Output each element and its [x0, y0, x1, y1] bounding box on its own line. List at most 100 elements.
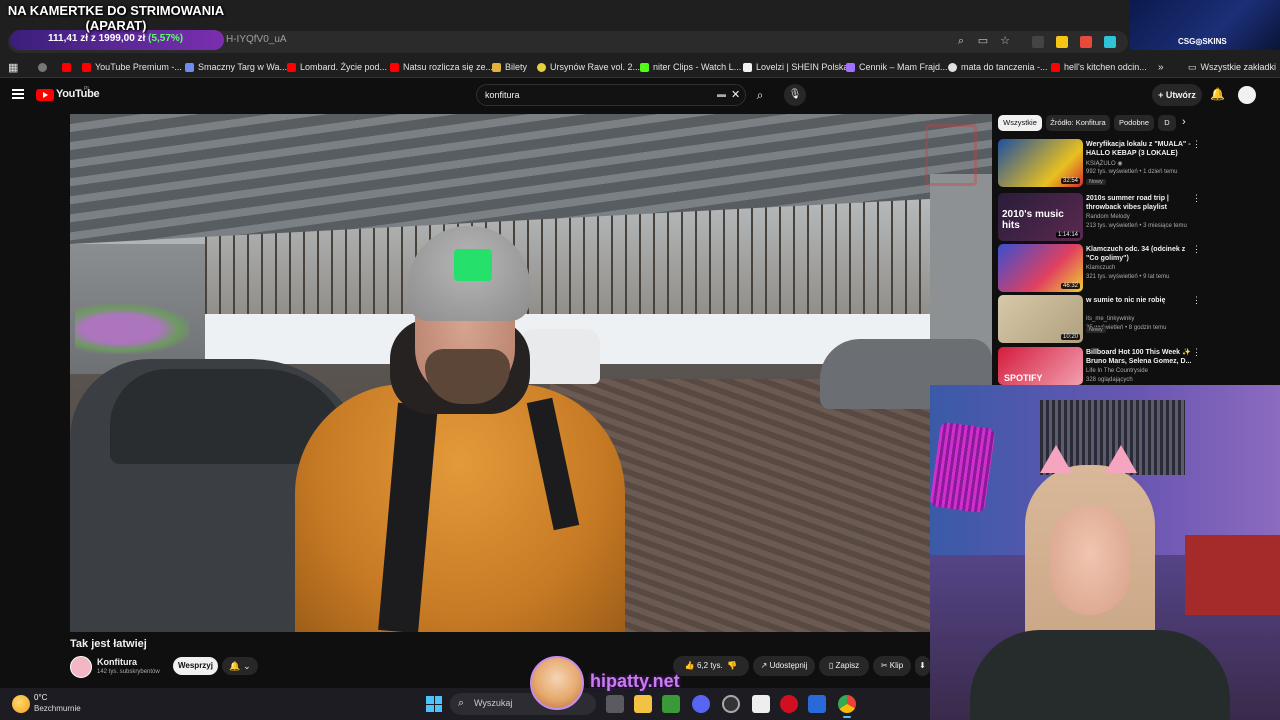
- extension-icon[interactable]: [1056, 36, 1068, 48]
- channel-name[interactable]: Konfitura: [97, 657, 137, 667]
- task-view-icon[interactable]: [606, 695, 624, 713]
- more-options-icon[interactable]: ⋮: [1192, 193, 1201, 204]
- mic-icon: 🎙: [788, 89, 802, 100]
- favicon-icon: [640, 62, 649, 72]
- video-thumbnail[interactable]: 46:32: [998, 244, 1083, 292]
- bookmark-star-icon[interactable]: ☆: [998, 34, 1012, 48]
- weather-temperature[interactable]: 0°C: [34, 693, 47, 702]
- account-avatar[interactable]: [1238, 86, 1256, 104]
- bookmark-item[interactable]: Natsu rozlicza się ze...: [390, 60, 493, 74]
- more-bookmarks-icon[interactable]: »: [1158, 60, 1164, 74]
- video-frame-graffiti: [75, 304, 190, 354]
- obs-icon[interactable]: [722, 695, 740, 713]
- youtube-logo-text[interactable]: YouTube: [56, 88, 100, 100]
- document-icon[interactable]: [752, 695, 770, 713]
- streamer-webcam: [930, 385, 1280, 720]
- bookmark-item[interactable]: Cennik – Mam Frajd...: [846, 60, 948, 74]
- extension-icon[interactable]: [1104, 36, 1116, 48]
- bookmark-item[interactable]: Bilety: [492, 60, 527, 74]
- recommended-video[interactable]: SPOTIFY Billboard Hot 100 This Week ✨ Br…: [998, 347, 1203, 385]
- verified-icon: ◉: [1117, 161, 1123, 167]
- youtube-header: YouTube PL konfitura ▬ ✕ ⌕ 🎙 + Utwórz 🔔: [0, 80, 1280, 112]
- bookmark-item[interactable]: Ursynów Rave vol. 2...: [537, 60, 640, 74]
- channel-watermark-icon[interactable]: [925, 124, 977, 186]
- thumbs-down-icon[interactable]: 👎: [727, 661, 737, 670]
- store-icon[interactable]: [662, 695, 680, 713]
- chip-source-konfitura[interactable]: Źródło: Konfitura: [1046, 115, 1110, 131]
- discord-icon[interactable]: [692, 695, 710, 713]
- scissors-icon: ✂: [880, 661, 888, 670]
- support-button[interactable]: Wesprzyj: [173, 657, 218, 675]
- bookmark-item[interactable]: niter Clips - Watch L...: [640, 60, 741, 74]
- favicon-icon: [390, 62, 399, 72]
- channel-label[interactable]: KSIĄŻULO ◉: [1086, 160, 1123, 167]
- opera-icon[interactable]: [780, 695, 798, 713]
- search-icon: ⌕: [756, 88, 764, 102]
- notifications-bell-icon[interactable]: 🔔: [1210, 87, 1225, 101]
- chevron-right-icon[interactable]: ›: [1182, 116, 1186, 128]
- more-options-icon[interactable]: ⋮: [1192, 295, 1201, 306]
- chip-more[interactable]: D: [1158, 115, 1176, 131]
- bookmark-item[interactable]: Smaczny Targ w Wa...: [185, 60, 287, 74]
- save-button[interactable]: ▯ Zapisz: [819, 656, 869, 676]
- channel-avatar[interactable]: [70, 656, 92, 678]
- youtube-logo-icon[interactable]: [36, 89, 54, 101]
- bookmark-icon[interactable]: [38, 60, 47, 74]
- voice-search-button[interactable]: 🎙: [784, 84, 806, 106]
- bookmark-item[interactable]: Lombard. Życie pod...: [287, 60, 387, 74]
- streamer-handle: hipatty.net: [590, 671, 680, 691]
- more-options-icon[interactable]: ⋮: [1192, 347, 1201, 358]
- file-explorer-icon[interactable]: [634, 695, 652, 713]
- like-button[interactable]: 👍 6,2 tys. 👎: [673, 656, 749, 676]
- windows-start-icon[interactable]: [426, 696, 442, 712]
- create-button[interactable]: + Utwórz: [1152, 84, 1202, 106]
- recommended-video[interactable]: 2010's music hits 1:14:14 2010s summer r…: [998, 193, 1203, 243]
- more-options-icon[interactable]: ⋮: [1192, 244, 1201, 255]
- video-player[interactable]: [70, 114, 992, 632]
- clip-button[interactable]: ✂ Klip: [873, 656, 911, 676]
- clear-icon[interactable]: ✕: [731, 88, 740, 101]
- weather-description[interactable]: Bezchmurnie: [34, 704, 81, 713]
- favicon-icon: [82, 62, 91, 72]
- cast-icon[interactable]: ▭: [976, 34, 990, 48]
- extension-icon[interactable]: [1080, 36, 1092, 48]
- bookmark-item[interactable]: Lovelzi | SHEIN Polska: [743, 60, 848, 74]
- extension-icon[interactable]: [1032, 36, 1044, 48]
- bookmark-icon[interactable]: [62, 60, 71, 74]
- recommended-video[interactable]: 10:20 w sumie to nic nie robię its_me_ti…: [998, 295, 1203, 345]
- all-bookmarks-folder[interactable]: ▭ Wszystkie zakładki: [1188, 60, 1276, 74]
- bookmark-item[interactable]: mata do tanczenia -...: [948, 60, 1048, 74]
- bookmarks-bar: ▦ YouTube Premium -... Smaczny Targ w Wa…: [0, 56, 1280, 78]
- subscription-bell-button[interactable]: 🔔 ⌄: [222, 657, 258, 675]
- favicon-icon: [743, 62, 752, 72]
- video-title: Tak jest łatwiej: [70, 638, 147, 650]
- chrome-icon[interactable]: [838, 695, 856, 718]
- video-thumbnail[interactable]: 10:20: [998, 295, 1083, 343]
- video-thumbnail[interactable]: 32:54: [998, 139, 1083, 187]
- recommended-video[interactable]: 32:54 Weryfikacja lokalu z "MUALA" - HAL…: [998, 139, 1203, 189]
- keyboard-icon[interactable]: ▬: [717, 89, 726, 99]
- bookmark-item[interactable]: YouTube Premium -...: [82, 60, 182, 74]
- more-options-icon[interactable]: ⋮: [1192, 139, 1201, 150]
- video-thumbnail[interactable]: SPOTIFY: [998, 347, 1083, 385]
- recommended-video[interactable]: 46:32 Klamczuch odc. 34 (odcinek z "Co g…: [998, 244, 1203, 294]
- apps-grid-icon[interactable]: ▦: [8, 60, 18, 74]
- photos-icon[interactable]: [808, 695, 826, 713]
- chip-related[interactable]: Podobne: [1114, 115, 1154, 131]
- share-button[interactable]: ↗ Udostępnij: [753, 656, 815, 676]
- zoom-icon[interactable]: ⌕: [954, 34, 968, 48]
- search-input[interactable]: konfitura ▬ ✕: [476, 84, 746, 106]
- search-button[interactable]: ⌕: [746, 84, 774, 106]
- new-badge: Nowy: [1086, 179, 1106, 185]
- weather-sun-icon[interactable]: [12, 695, 30, 713]
- channel-subscribers: 142 tys. subskrybentów: [97, 669, 160, 675]
- download-button[interactable]: ⬇: [915, 656, 930, 676]
- favicon-icon: [492, 62, 501, 72]
- bookmark-item[interactable]: hell's kitchen odcin...: [1051, 60, 1147, 74]
- sponsor-logo-text: CSG◎SKINS: [1178, 37, 1227, 46]
- chip-all[interactable]: Wszystkie: [998, 115, 1042, 131]
- url-text[interactable]: H-IYQfV0_uA: [226, 34, 287, 45]
- menu-icon[interactable]: [12, 89, 24, 99]
- video-thumbnail[interactable]: 2010's music hits 1:14:14: [998, 193, 1083, 241]
- favicon-icon: [537, 62, 546, 72]
